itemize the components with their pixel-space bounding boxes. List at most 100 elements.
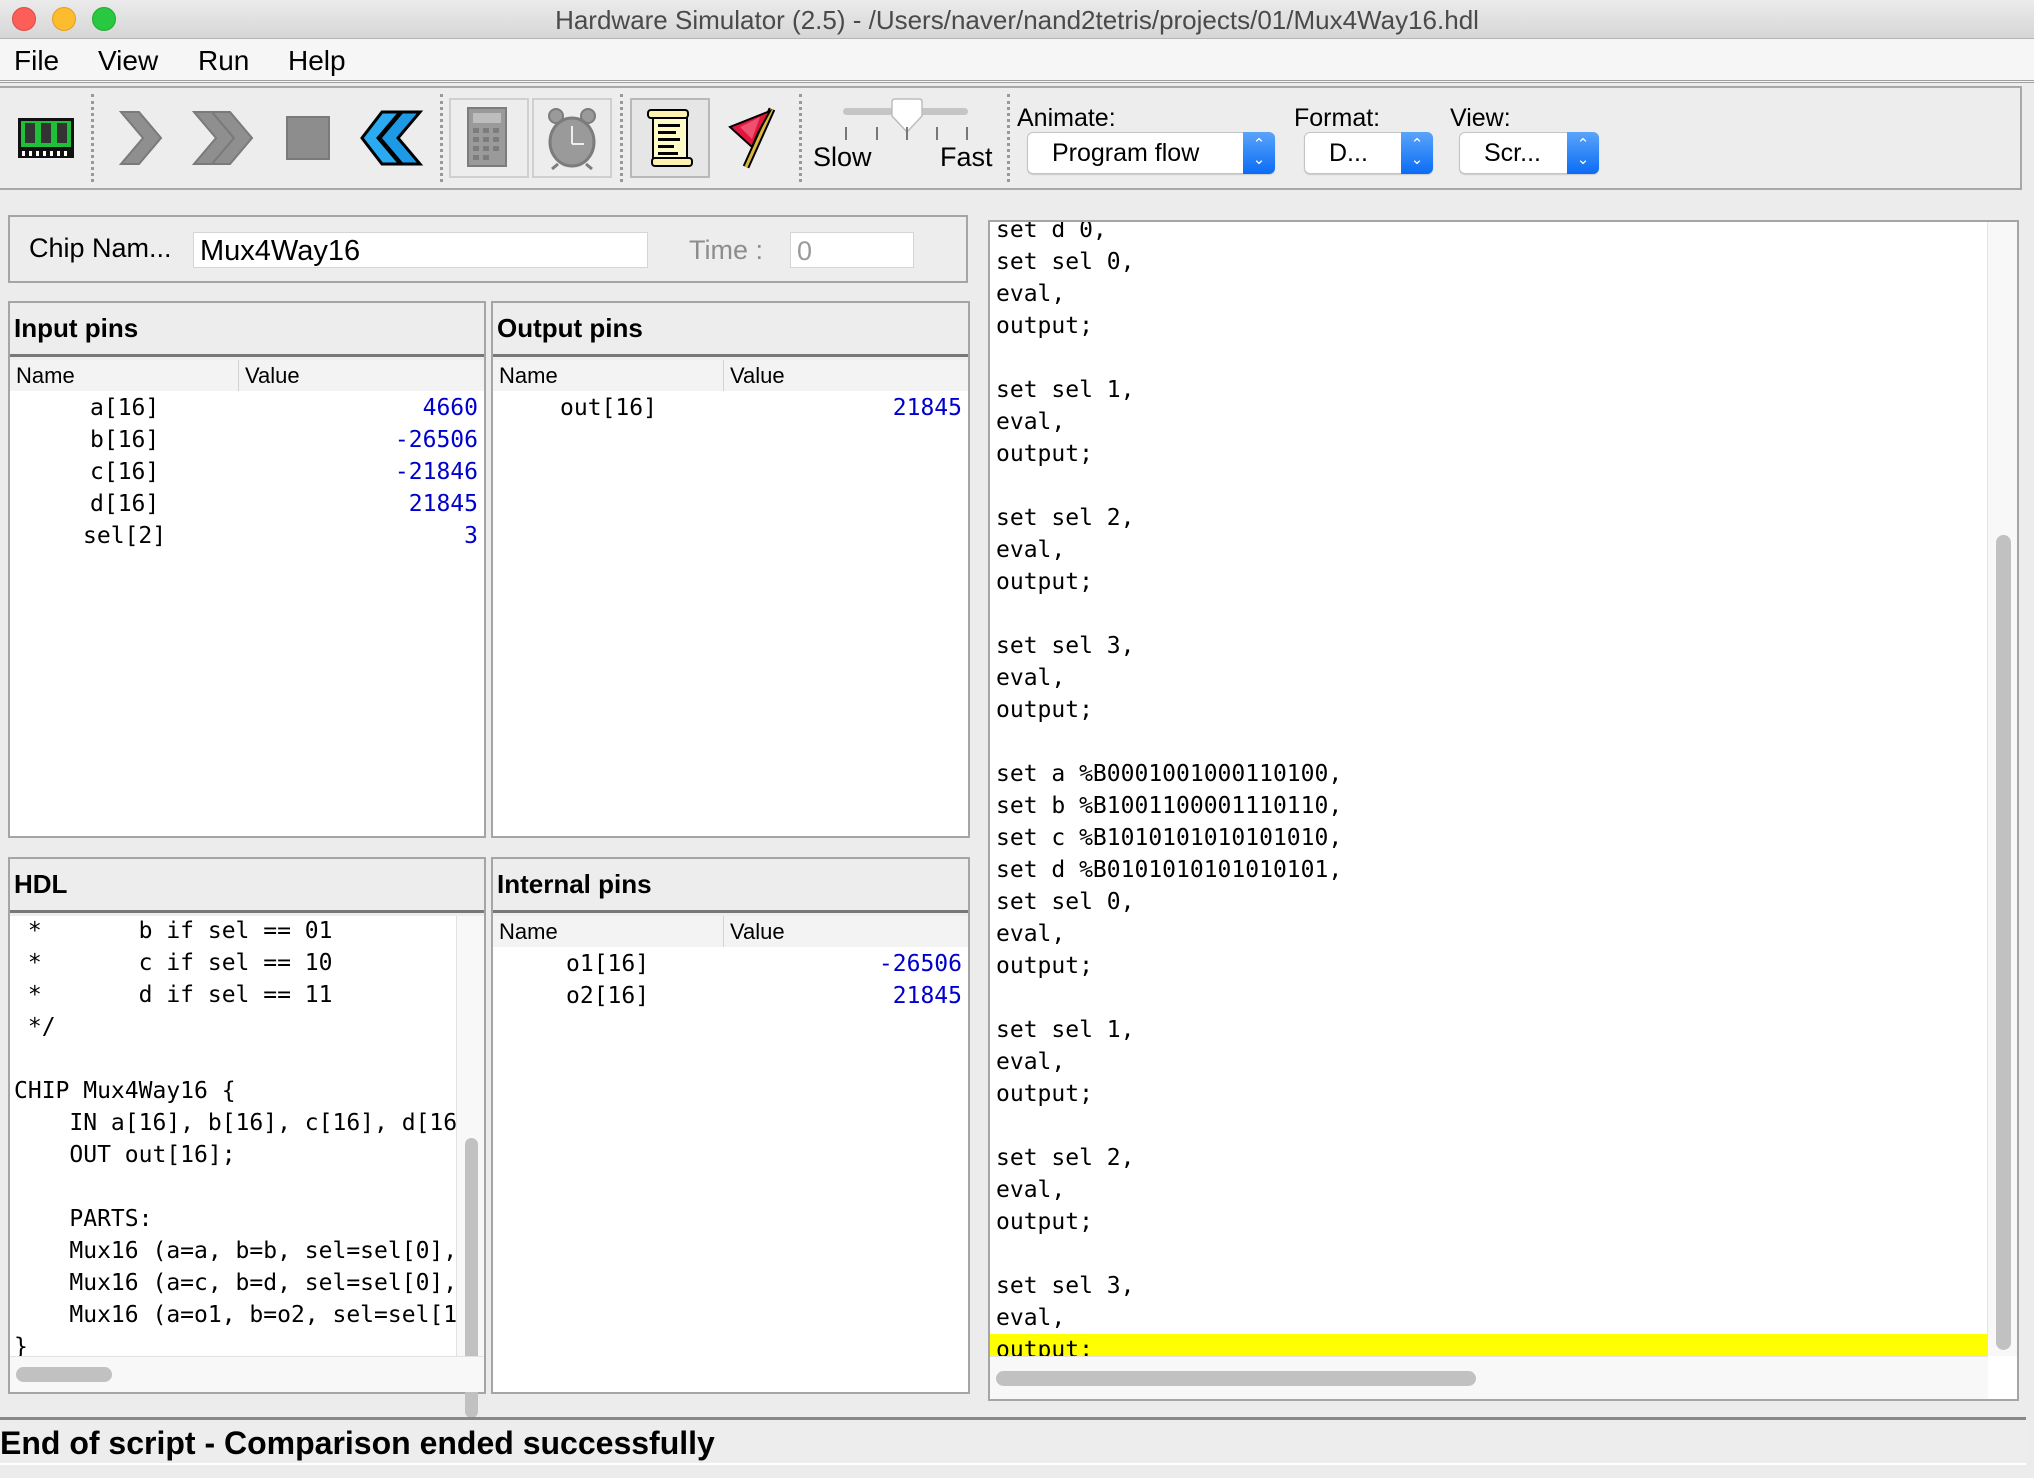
script-vertical-scrollbar[interactable] bbox=[1987, 222, 2017, 1356]
scrollbar-thumb[interactable] bbox=[16, 1367, 112, 1382]
script-line[interactable]: set sel 1, bbox=[990, 1014, 1988, 1046]
script-line[interactable] bbox=[990, 598, 1988, 630]
slider-tick bbox=[906, 127, 908, 140]
script-line[interactable]: set a %B0001001000110100, bbox=[990, 758, 1988, 790]
hdl-line: Mux16 (a=a, b=b, sel=sel[0], bbox=[14, 1238, 458, 1264]
script-line[interactable]: eval, bbox=[990, 662, 1988, 694]
pin-value[interactable]: -21846 bbox=[395, 459, 478, 485]
script-line[interactable]: eval, bbox=[990, 406, 1988, 438]
script-line[interactable]: set sel 3, bbox=[990, 1270, 1988, 1302]
slider-tick bbox=[876, 127, 878, 140]
table-row[interactable]: b[16] -26506 bbox=[10, 425, 484, 457]
hdl-horizontal-scrollbar[interactable] bbox=[10, 1356, 484, 1392]
hdl-vertical-scrollbar[interactable] bbox=[456, 916, 484, 1418]
script-line[interactable]: set d %B0101010101010101, bbox=[990, 854, 1988, 886]
output-pins-table: Name Value out[16] 21845 bbox=[493, 360, 968, 836]
script-horizontal-scrollbar[interactable] bbox=[990, 1356, 1988, 1399]
script-line[interactable]: output; bbox=[990, 1078, 1988, 1110]
script-line[interactable]: output; bbox=[990, 694, 1988, 726]
script-line[interactable]: eval, bbox=[990, 1302, 1988, 1334]
view-value: Scr... bbox=[1484, 139, 1541, 167]
table-row[interactable]: sel[2] 3 bbox=[10, 521, 484, 553]
column-header-value[interactable]: Value bbox=[238, 360, 484, 391]
script-line[interactable]: set d 0, bbox=[990, 222, 1988, 246]
column-header-value[interactable]: Value bbox=[723, 360, 968, 391]
script-line[interactable]: set sel 3, bbox=[990, 630, 1988, 662]
pin-value[interactable]: 3 bbox=[464, 523, 478, 549]
chip-icon bbox=[18, 118, 74, 158]
pin-value[interactable]: 4660 bbox=[423, 395, 478, 421]
column-header-name[interactable]: Name bbox=[493, 360, 723, 391]
pin-value[interactable]: 21845 bbox=[409, 491, 478, 517]
scrollbar-thumb[interactable] bbox=[1996, 535, 2011, 1350]
script-line[interactable]: set sel 2, bbox=[990, 1142, 1988, 1174]
script-line[interactable]: set sel 0, bbox=[990, 246, 1988, 278]
script-line[interactable]: set sel 2, bbox=[990, 502, 1988, 534]
script-line[interactable]: eval, bbox=[990, 918, 1988, 950]
script-line[interactable] bbox=[990, 1110, 1988, 1142]
single-step-button[interactable] bbox=[100, 98, 180, 178]
input-pins-table: Name Value a[16] 4660 b[16] -26506 c[16]… bbox=[10, 360, 484, 836]
table-row[interactable]: d[16] 21845 bbox=[10, 489, 484, 521]
toolbar-separator bbox=[440, 94, 443, 182]
script-line[interactable]: output; bbox=[990, 566, 1988, 598]
script-line[interactable]: output; bbox=[990, 438, 1988, 470]
reset-button[interactable] bbox=[352, 98, 432, 178]
script-line[interactable]: set b %B1001100001110110, bbox=[990, 790, 1988, 822]
menu-run[interactable]: Run bbox=[198, 45, 249, 77]
column-header-name[interactable]: Name bbox=[10, 360, 238, 391]
panel-title: Output pins bbox=[497, 313, 643, 343]
table-row[interactable]: c[16] -21846 bbox=[10, 457, 484, 489]
format-select[interactable]: D... ⌃ ⌄ bbox=[1304, 132, 1433, 174]
script-button[interactable] bbox=[630, 98, 710, 178]
script-line[interactable] bbox=[990, 470, 1988, 502]
column-header-value[interactable]: Value bbox=[723, 916, 968, 947]
script-line[interactable] bbox=[990, 1238, 1988, 1270]
tick-tock-button[interactable] bbox=[532, 98, 612, 178]
breakpoints-button[interactable] bbox=[712, 98, 792, 178]
view-select[interactable]: Scr... ⌃ ⌄ bbox=[1459, 132, 1599, 174]
menu-file[interactable]: File bbox=[14, 45, 59, 77]
script-line[interactable]: eval, bbox=[990, 1174, 1988, 1206]
animate-select[interactable]: Program flow ⌃ ⌄ bbox=[1027, 132, 1275, 174]
script-line[interactable]: output; bbox=[990, 310, 1988, 342]
table-row[interactable]: o1[16] -26506 bbox=[493, 949, 968, 981]
script-line[interactable]: output; bbox=[990, 950, 1988, 982]
stop-button[interactable] bbox=[268, 98, 348, 178]
hdl-line: Mux16 (a=o1, b=o2, sel=sel[1 bbox=[14, 1302, 458, 1328]
script-line[interactable]: output; bbox=[990, 1206, 1988, 1238]
hdl-line: } bbox=[14, 1334, 28, 1356]
status-bar: End of script - Comparison ended success… bbox=[0, 1417, 2026, 1465]
script-line[interactable]: set c %B1010101010101010, bbox=[990, 822, 1988, 854]
script-line[interactable] bbox=[990, 342, 1988, 374]
hdl-code-view[interactable]: * b if sel == 01 * c if sel == 10 * d if… bbox=[10, 916, 458, 1356]
script-line[interactable]: eval, bbox=[990, 278, 1988, 310]
toolbar: Slow Fast Animate: Program flow ⌃ ⌄ Forma… bbox=[0, 86, 2022, 190]
internal-pins-panel: Internal pins Name Value o1[16] -26506 o… bbox=[491, 857, 970, 1394]
chip-name-field[interactable]: Mux4Way16 bbox=[193, 232, 648, 268]
load-chip-button[interactable] bbox=[6, 98, 86, 178]
table-row[interactable]: out[16] 21845 bbox=[493, 393, 968, 425]
scrollbar-thumb[interactable] bbox=[996, 1371, 1476, 1386]
script-line[interactable]: eval, bbox=[990, 534, 1988, 566]
hdl-line: * b if sel == 01 bbox=[14, 918, 333, 944]
pin-value[interactable]: -26506 bbox=[395, 427, 478, 453]
hdl-panel: HDL * b if sel == 01 * c if sel == 10 * … bbox=[8, 857, 486, 1418]
script-line[interactable]: set sel 0, bbox=[990, 886, 1988, 918]
animate-label: Animate: bbox=[1017, 104, 1116, 132]
script-line[interactable] bbox=[990, 726, 1988, 758]
table-row[interactable]: o2[16] 21845 bbox=[493, 981, 968, 1013]
pin-name: a[16] bbox=[90, 395, 160, 421]
eval-button[interactable] bbox=[449, 98, 529, 178]
script-line[interactable]: eval, bbox=[990, 1046, 1988, 1078]
select-arrows-icon: ⌃ ⌄ bbox=[1401, 132, 1433, 174]
menu-view[interactable]: View bbox=[98, 45, 158, 77]
script-line[interactable]: set sel 1, bbox=[990, 374, 1988, 406]
script-code-view[interactable]: set d 0, set sel 0, eval, output; set sel 1,… bbox=[990, 222, 1988, 1356]
table-row[interactable]: a[16] 4660 bbox=[10, 393, 484, 425]
column-header-name[interactable]: Name bbox=[493, 916, 723, 947]
script-line[interactable] bbox=[990, 982, 1988, 1014]
run-button[interactable] bbox=[183, 98, 263, 178]
script-current-line[interactable]: output; bbox=[990, 1334, 1988, 1356]
menu-help[interactable]: Help bbox=[288, 45, 346, 77]
